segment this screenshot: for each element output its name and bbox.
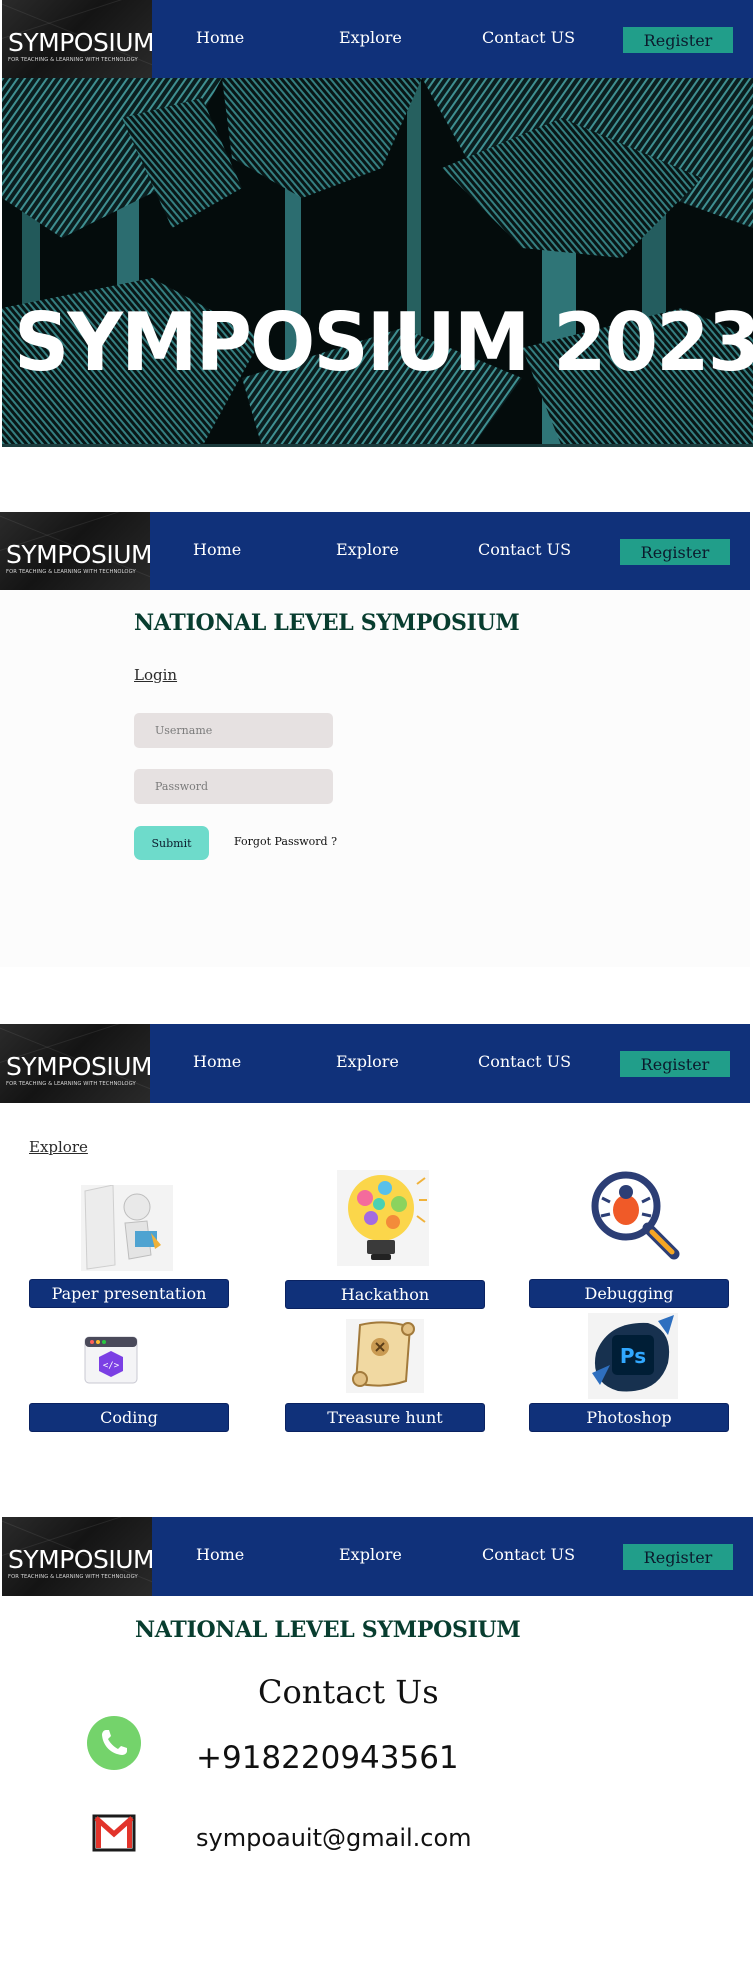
event-hackathon-button[interactable]: Hackathon [285, 1280, 485, 1309]
logo-subtitle: FOR TEACHING & LEARNING WITH TECHNOLOGY [6, 569, 136, 575]
symposium-logo[interactable]: SYMPOSIUM FOR TEACHING & LEARNING WITH T… [0, 512, 150, 591]
forgot-password-link[interactable]: Forgot Password ? [234, 835, 337, 848]
palm-trees-background [2, 78, 753, 444]
logo-subtitle: FOR TEACHING & LEARNING WITH TECHNOLOGY [8, 57, 138, 63]
code-window-icon: </> [84, 1336, 138, 1384]
event-treasure-hunt-button[interactable]: Treasure hunt [285, 1403, 485, 1432]
treasure-map-icon [346, 1319, 424, 1393]
svg-text:Ps: Ps [620, 1344, 646, 1368]
contact-phone[interactable]: +918220943561 [196, 1740, 459, 1776]
nav-contact-link[interactable]: Contact US [478, 1052, 571, 1071]
symposium-heading: NATIONAL LEVEL SYMPOSIUM [134, 610, 520, 636]
login-panel [0, 590, 750, 967]
logo-subtitle: FOR TEACHING & LEARNING WITH TECHNOLOGY [8, 1574, 138, 1580]
event-debugging-button[interactable]: Debugging [529, 1279, 729, 1308]
nav-contact-link[interactable]: Contact US [482, 28, 575, 47]
nav-home-link[interactable]: Home [196, 1545, 244, 1564]
nav-home-link[interactable]: Home [196, 28, 244, 47]
username-input[interactable] [134, 713, 333, 748]
submit-button[interactable]: Submit [134, 826, 209, 860]
register-button[interactable]: Register [623, 27, 733, 53]
navbar-contact: SYMPOSIUM FOR TEACHING & LEARNING WITH T… [2, 1517, 753, 1596]
hero-title: SYMPOSIUM 2023 [14, 296, 753, 389]
symposium-logo[interactable]: SYMPOSIUM FOR TEACHING & LEARNING WITH T… [2, 0, 152, 79]
register-button[interactable]: Register [620, 539, 730, 565]
logo-title: SYMPOSIUM [6, 1052, 150, 1081]
explore-title: Explore [29, 1138, 88, 1156]
login-title: Login [134, 666, 178, 684]
contact-title: Contact Us [258, 1673, 439, 1711]
logo-title: SYMPOSIUM [8, 1545, 152, 1574]
symposium-logo[interactable]: SYMPOSIUM FOR TEACHING & LEARNING WITH T… [2, 1517, 152, 1596]
contact-email[interactable]: sympoauit@gmail.com [196, 1824, 472, 1852]
lightbulb-icon [337, 1170, 429, 1266]
register-button[interactable]: Register [620, 1051, 730, 1077]
photoshop-icon: Ps [588, 1313, 678, 1399]
nav-explore-link[interactable]: Explore [339, 1545, 402, 1564]
navbar-login: SYMPOSIUM FOR TEACHING & LEARNING WITH T… [0, 512, 750, 591]
event-photoshop-button[interactable]: Photoshop [529, 1403, 729, 1432]
nav-contact-link[interactable]: Contact US [478, 540, 571, 559]
navbar-top: SYMPOSIUM FOR TEACHING & LEARNING WITH T… [2, 0, 753, 79]
nav-explore-link[interactable]: Explore [336, 540, 399, 559]
bug-magnifier-icon [591, 1171, 680, 1260]
navbar-explore: SYMPOSIUM FOR TEACHING & LEARNING WITH T… [0, 1024, 750, 1103]
hero-banner: SYMPOSIUM 2023 [2, 78, 753, 447]
nav-explore-link[interactable]: Explore [339, 28, 402, 47]
symposium-heading: NATIONAL LEVEL SYMPOSIUM [135, 1617, 521, 1643]
presenter-icon [81, 1185, 173, 1271]
event-coding-button[interactable]: Coding [29, 1403, 229, 1432]
password-input[interactable] [134, 769, 333, 804]
symposium-logo[interactable]: SYMPOSIUM FOR TEACHING & LEARNING WITH T… [0, 1024, 150, 1103]
logo-title: SYMPOSIUM [8, 28, 152, 57]
nav-home-link[interactable]: Home [193, 540, 241, 559]
nav-contact-link[interactable]: Contact US [482, 1545, 575, 1564]
event-paper-presentation-button[interactable]: Paper presentation [29, 1279, 229, 1308]
nav-explore-link[interactable]: Explore [336, 1052, 399, 1071]
phone-icon [87, 1716, 141, 1770]
logo-title: SYMPOSIUM [6, 540, 150, 569]
logo-subtitle: FOR TEACHING & LEARNING WITH TECHNOLOGY [6, 1081, 136, 1087]
svg-text:</>: </> [103, 1361, 120, 1371]
gmail-icon [92, 1814, 136, 1852]
register-button[interactable]: Register [623, 1544, 733, 1570]
nav-home-link[interactable]: Home [193, 1052, 241, 1071]
